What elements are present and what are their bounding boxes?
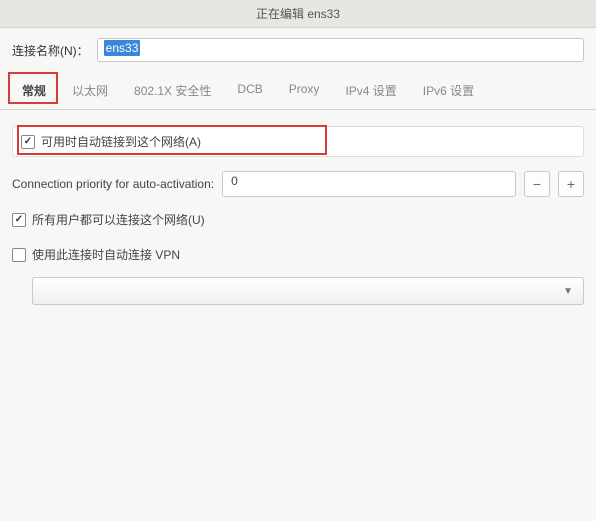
- priority-increment-button[interactable]: +: [558, 171, 584, 197]
- auto-connect-row: 可用时自动链接到这个网络(A): [12, 126, 584, 157]
- auto-connect-checkbox[interactable]: [21, 135, 35, 149]
- connection-name-value: ens33: [104, 40, 141, 56]
- tab-ethernet[interactable]: 以太网: [62, 74, 118, 109]
- priority-input[interactable]: 0: [222, 171, 516, 197]
- tab-proxy[interactable]: Proxy: [279, 74, 330, 109]
- window-title: 正在编辑 ens33: [256, 7, 340, 21]
- priority-decrement-button[interactable]: −: [524, 171, 550, 197]
- auto-connect-label: 可用时自动链接到这个网络(A): [41, 133, 201, 150]
- tab-content-general: 可用时自动链接到这个网络(A) Connection priority for …: [0, 110, 596, 321]
- connection-name-input[interactable]: ens33: [97, 38, 584, 62]
- connection-name-label: 连接名称(N)：: [12, 42, 89, 59]
- all-users-row: 所有用户都可以连接这个网络(U): [12, 211, 584, 228]
- vpn-select-dropdown[interactable]: ▼: [32, 277, 584, 305]
- connection-name-row: 连接名称(N)： ens33: [0, 28, 596, 74]
- tab-security[interactable]: 802.1X 安全性: [124, 74, 221, 109]
- tab-ipv6[interactable]: IPv6 设置: [413, 74, 484, 109]
- auto-vpn-checkbox-wrap[interactable]: 使用此连接时自动连接 VPN: [12, 246, 180, 263]
- auto-vpn-checkbox[interactable]: [12, 248, 26, 262]
- window-titlebar: 正在编辑 ens33: [0, 0, 596, 28]
- all-users-label: 所有用户都可以连接这个网络(U): [32, 211, 205, 228]
- auto-connect-checkbox-wrap[interactable]: 可用时自动链接到这个网络(A): [21, 133, 575, 150]
- priority-label: Connection priority for auto-activation:: [12, 177, 214, 191]
- tab-general[interactable]: 常规: [12, 74, 56, 109]
- auto-vpn-label: 使用此连接时自动连接 VPN: [32, 246, 180, 263]
- chevron-down-icon: ▼: [563, 286, 573, 297]
- tab-dcb[interactable]: DCB: [227, 74, 272, 109]
- priority-row: Connection priority for auto-activation:…: [12, 171, 584, 197]
- auto-connect-field: 可用时自动链接到这个网络(A): [12, 126, 584, 157]
- all-users-checkbox-wrap[interactable]: 所有用户都可以连接这个网络(U): [12, 211, 205, 228]
- tab-ipv4[interactable]: IPv4 设置: [335, 74, 406, 109]
- all-users-checkbox[interactable]: [12, 213, 26, 227]
- tabs-bar: 常规 以太网 802.1X 安全性 DCB Proxy IPv4 设置 IPv6…: [0, 74, 596, 110]
- auto-vpn-row: 使用此连接时自动连接 VPN: [12, 246, 584, 263]
- priority-value: 0: [231, 174, 238, 188]
